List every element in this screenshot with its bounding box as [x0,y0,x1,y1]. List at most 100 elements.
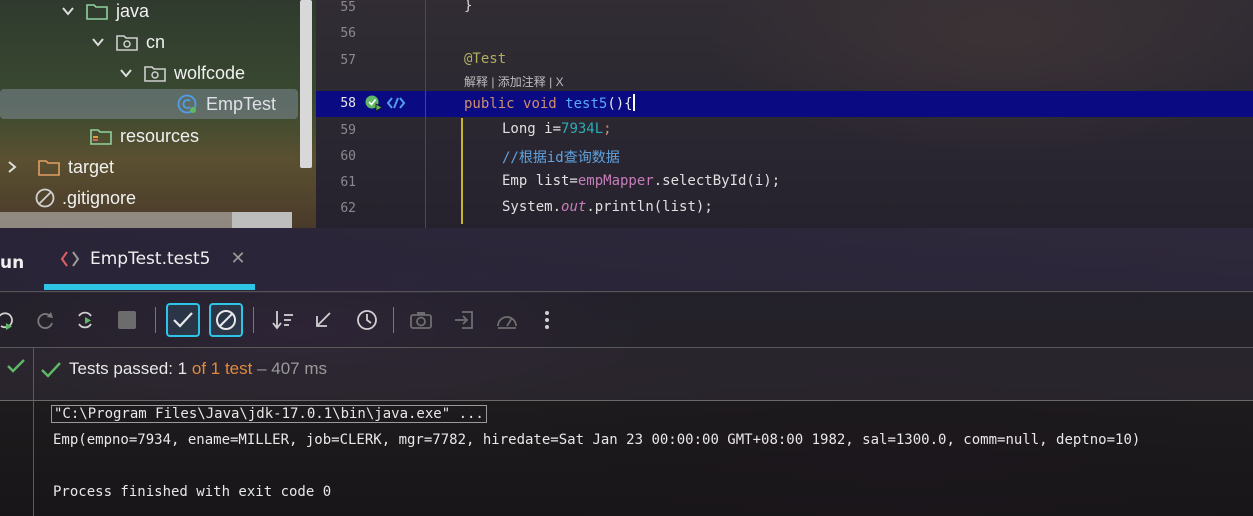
code-annotation-test: @Test [464,51,507,67]
show-ignored-icon[interactable] [209,303,243,337]
ignore-file-icon [35,188,55,208]
active-tab-indicator [44,284,255,290]
ai-assist-gutter-icon[interactable] [387,95,405,111]
status-prefix: Tests passed: [69,359,178,378]
folder-icon [38,160,60,176]
keyword: public [464,96,515,112]
rerun-failed-icon[interactable] [28,303,62,337]
code-editor[interactable]: 55 56 57 58 59 60 61 62 } @Test 解释 | 添加注… [316,0,1253,228]
test-class-icon [177,94,197,114]
line-number: 62 [340,201,356,216]
tree-item-label: EmpTest [206,93,277,114]
code-text: System. [502,199,562,215]
run-toolbar [0,293,1253,347]
code-text: .println(list); [586,199,713,215]
code-text: .selectById(i); [653,173,781,189]
chevron-down-icon[interactable] [90,34,106,50]
passed-count: 1 [177,359,188,378]
code-text: Long i= [502,121,562,137]
field-ref: empMapper [577,173,654,189]
coverage-icon[interactable] [490,303,524,337]
code-line-61: Emp list=empMapper.selectById(i); [502,173,780,189]
close-icon[interactable]: ✕ [230,248,245,269]
java-command-line[interactable]: "C:\Program Files\Java\jdk-17.0.1\bin\ja… [51,405,487,423]
test-summary: Tests passed: 1 of 1 test – 407 ms [69,359,327,379]
camera-icon[interactable] [404,303,438,337]
code-line-58: public void test5(){ [464,94,635,112]
test-config-icon [60,250,80,267]
run-test-gutter-icon[interactable] [364,94,384,112]
toggle-auto-test-icon[interactable] [68,303,102,337]
package-icon [116,35,138,51]
line-number: 58 [340,96,356,111]
toolbar-separator [155,307,156,333]
tree-item-label: resources [120,125,200,146]
toolbar-separator [393,307,394,333]
tab-emptest-test5[interactable]: EmpTest.test5 ✕ [60,248,246,269]
line-number: 57 [340,53,356,68]
code-line-62: System.out.println(list); [502,199,713,215]
tree-item-gitignore[interactable]: .gitignore [34,183,136,213]
tree-item-label: .gitignore [62,187,137,208]
keyword: void [523,96,557,112]
history-icon[interactable] [350,303,384,337]
tree-item-label: java [116,0,150,21]
passed-check-icon [41,362,61,378]
console-output-line: Emp(empno=7934, ename=MILLER, job=CLERK,… [53,432,1141,448]
tree-item-resources[interactable]: resources [90,121,199,151]
more-options-icon[interactable] [530,303,564,337]
test-tree-column[interactable] [0,348,34,400]
line-number: 56 [340,26,356,41]
current-line-highlight [316,91,1253,117]
rerun-icon[interactable] [0,303,22,337]
text-cursor [632,94,635,111]
tree-item-cn[interactable]: cn [90,27,165,57]
console-output[interactable]: "C:\Program Files\Java\jdk-17.0.1\bin\ja… [0,401,1253,516]
test-tree-column [0,401,34,516]
run-panel-header: un EmpTest.test5 ✕ [0,228,1253,292]
tree-vertical-scrollbar[interactable] [300,0,312,168]
project-tree: java cn wolfcode EmpTest resources targe… [0,0,316,228]
number-literal: 7934L [561,121,604,137]
chevron-down-icon[interactable] [60,3,76,19]
scrollbar-thumb[interactable] [232,212,292,228]
tree-item-label: cn [146,31,166,52]
editor-gutter: 55 56 57 58 59 60 61 62 [316,0,426,228]
tree-item-label: wolfcode [174,62,246,83]
tree-item-java[interactable]: java [60,0,149,26]
run-panel-title: un [0,253,25,273]
tree-item-emptest[interactable]: EmpTest [0,89,298,119]
package-icon [144,66,166,82]
chevron-down-icon[interactable] [118,65,134,81]
chevron-right-icon[interactable] [4,159,20,175]
source-folder-icon [86,4,108,20]
line-number: 60 [340,149,356,164]
tree-item-target[interactable]: target [4,152,114,182]
resources-folder-icon [90,129,112,145]
show-passed-icon[interactable] [166,303,200,337]
line-number: 55 [340,0,356,15]
duration: – 407 ms [257,359,328,378]
code-line-55: } [464,0,473,14]
toolbar-separator [253,307,254,333]
tree-horizontal-scrollbar[interactable] [0,212,292,228]
code-text: ; [603,121,612,137]
tree-item-wolfcode[interactable]: wolfcode [118,58,245,88]
indent-guide [461,118,463,224]
inlay-hint[interactable]: 解释 | 添加注释 | X [464,73,564,90]
passed-check-icon [7,359,25,373]
code-text: (){ [607,96,633,112]
code-comment: //根据id查询数据 [502,150,620,166]
line-number: 59 [340,123,356,138]
static-field: out [561,199,587,215]
collapse-all-icon[interactable] [306,303,340,337]
exit-code-line: Process finished with exit code 0 [53,484,332,500]
stop-icon[interactable] [110,303,144,337]
sort-icon[interactable] [266,303,300,337]
tree-item-label: target [68,156,115,177]
method-name: test5 [565,96,608,112]
total-tests: of 1 test [191,359,253,378]
tab-label: EmpTest.test5 [90,248,211,269]
code-line-59: Long i=7934L; [502,121,612,137]
import-tests-icon[interactable] [447,303,481,337]
